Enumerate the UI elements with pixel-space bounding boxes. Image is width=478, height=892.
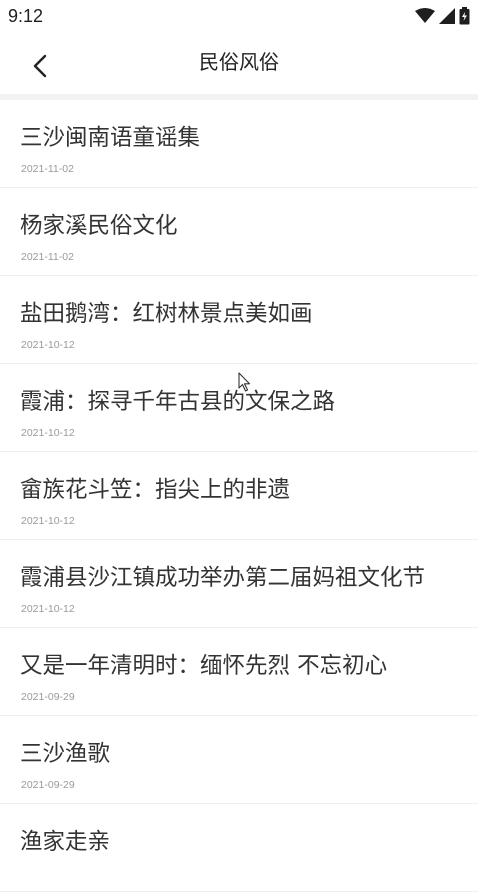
list-item[interactable]: 渔家走亲: [0, 804, 478, 892]
app-header: 民俗风俗: [0, 32, 478, 94]
mouse-cursor-icon: [238, 372, 251, 392]
back-button[interactable]: [20, 46, 60, 86]
status-icons: [415, 7, 470, 25]
article-date: 2021-10-12: [21, 603, 75, 615]
list-item[interactable]: 三沙渔歌 2021-09-29: [0, 716, 478, 804]
signal-icon: [439, 8, 455, 24]
article-date: 2021-09-29: [21, 691, 75, 703]
list-item[interactable]: 又是一年清明时：缅怀先烈 不忘初心 2021-09-29: [0, 628, 478, 716]
article-date: 2021-09-29: [21, 779, 75, 791]
list-item[interactable]: 杨家溪民俗文化 2021-11-02: [0, 188, 478, 276]
chevron-left-icon: [33, 54, 47, 78]
list-item[interactable]: 三沙闽南语童谣集 2021-11-02: [0, 100, 478, 188]
status-bar: 9:12: [0, 0, 478, 32]
article-date: 2021-10-12: [21, 427, 75, 439]
article-date: 2021-11-02: [21, 251, 74, 263]
article-title: 杨家溪民俗文化: [20, 213, 178, 239]
article-list: 三沙闽南语童谣集 2021-11-02 杨家溪民俗文化 2021-11-02 盐…: [0, 100, 478, 892]
status-time: 9:12: [8, 5, 44, 26]
article-title: 渔家走亲: [20, 829, 111, 855]
list-item[interactable]: 霞浦县沙江镇成功举办第二届妈祖文化节 2021-10-12: [0, 540, 478, 628]
article-date: 2021-10-12: [21, 339, 75, 351]
article-title: 盐田鹅湾：红树林景点美如画: [20, 301, 313, 327]
article-title: 又是一年清明时：缅怀先烈 不忘初心: [20, 653, 388, 679]
wifi-icon: [415, 8, 435, 23]
article-title: 畲族花斗笠：指尖上的非遗: [20, 477, 291, 503]
article-date: 2021-11-02: [21, 163, 74, 175]
article-date: 2021-10-12: [21, 515, 75, 527]
article-title: 霞浦：探寻千年古县的文保之路: [20, 389, 336, 415]
list-item[interactable]: 盐田鹅湾：红树林景点美如画 2021-10-12: [0, 276, 478, 364]
page-title: 民俗风俗: [199, 50, 279, 74]
list-item[interactable]: 畲族花斗笠：指尖上的非遗 2021-10-12: [0, 452, 478, 540]
article-title: 霞浦县沙江镇成功举办第二届妈祖文化节: [20, 565, 426, 591]
article-title: 三沙闽南语童谣集: [20, 125, 201, 151]
article-title: 三沙渔歌: [20, 741, 111, 767]
battery-icon: [459, 7, 470, 25]
